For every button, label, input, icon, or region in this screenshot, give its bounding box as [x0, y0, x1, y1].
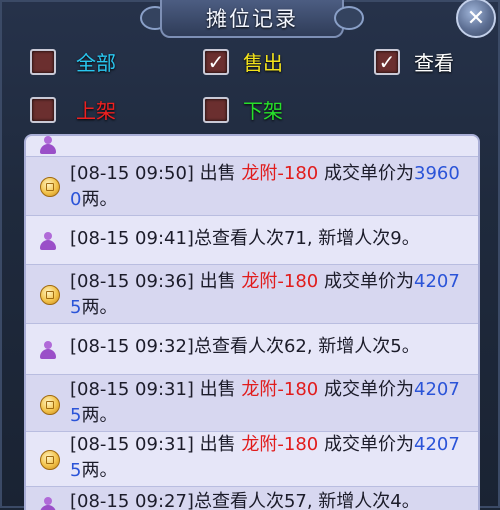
filter-delist-checkbox[interactable]: [203, 96, 229, 123]
close-icon: ✕: [466, 5, 486, 31]
record-text: [08-15 09:27]总查看人次57, 新增人次4。: [70, 491, 420, 510]
record-text: [08-15 09:50] 出售 龙附-180 成交单价为39600两。: [70, 163, 460, 210]
list-item: [08-15 09:41]总查看人次71, 新增人次9。: [26, 216, 478, 265]
list-item: [08-15 09:50] 出售 龙附-180 成交单价为39600两。: [26, 157, 478, 216]
filter-view-checkbox[interactable]: ✓: [374, 48, 400, 75]
list-item: [08-15 09:31] 出售 龙附-180 成交单价为42075两。: [26, 432, 478, 487]
title-bar: 摊位记录: [160, 0, 344, 38]
filter-list-label: 上架: [76, 99, 116, 123]
list-item: [08-15 09:32]总查看人次62, 新增人次5。: [26, 324, 478, 375]
window-title: 摊位记录: [206, 7, 298, 31]
list-item: [08-15 09:27]总查看人次57, 新增人次4。: [26, 487, 478, 510]
record-list[interactable]: [08-15 09:50] 出售 龙附-180 成交单价为39600两。 [08…: [24, 134, 480, 510]
coin-icon: [40, 285, 60, 305]
filter-all[interactable]: 全部: [30, 47, 116, 76]
record-text: [08-15 09:31] 出售 龙附-180 成交单价为42075两。: [70, 379, 460, 426]
filter-delist[interactable]: 下架: [203, 95, 283, 124]
filter-list[interactable]: 上架: [30, 95, 116, 124]
person-icon: [40, 136, 56, 154]
filter-all-label: 全部: [76, 51, 116, 75]
person-icon: [40, 232, 56, 250]
coin-icon: [40, 450, 60, 470]
filter-view[interactable]: ✓ 查看: [374, 47, 454, 76]
person-icon: [40, 497, 56, 510]
filter-all-checkbox[interactable]: [30, 48, 56, 75]
check-icon: ✓: [207, 49, 225, 74]
record-text: [08-15 09:41]总查看人次71, 新增人次9。: [70, 228, 420, 249]
person-icon: [40, 341, 56, 359]
list-item: [08-15 09:31] 出售 龙附-180 成交单价为42075两。: [26, 375, 478, 432]
coin-icon: [40, 395, 60, 415]
filter-list-checkbox[interactable]: [30, 96, 56, 123]
check-icon: ✓: [378, 49, 396, 74]
record-text: [08-15 09:32]总查看人次62, 新增人次5。: [70, 336, 420, 357]
title-ornament-right: [334, 6, 364, 30]
filter-sold-label: 售出: [243, 51, 283, 75]
close-button[interactable]: ✕: [456, 0, 496, 38]
list-item: [26, 136, 478, 157]
filter-sold[interactable]: ✓ 售出: [203, 47, 283, 76]
filter-sold-checkbox[interactable]: ✓: [203, 48, 229, 75]
coin-icon: [40, 177, 60, 197]
list-item: [08-15 09:36] 出售 龙附-180 成交单价为42075两。: [26, 265, 478, 324]
filter-delist-label: 下架: [243, 99, 283, 123]
filter-view-label: 查看: [414, 51, 454, 75]
record-text: [08-15 09:31] 出售 龙附-180 成交单价为42075两。: [70, 434, 460, 481]
stall-record-window: 摊位记录 ✕ 全部 ✓ 售出 ✓ 查看 上架 下架 [08-15 09:50] …: [0, 0, 500, 510]
record-text: [08-15 09:36] 出售 龙附-180 成交单价为42075两。: [70, 271, 460, 318]
